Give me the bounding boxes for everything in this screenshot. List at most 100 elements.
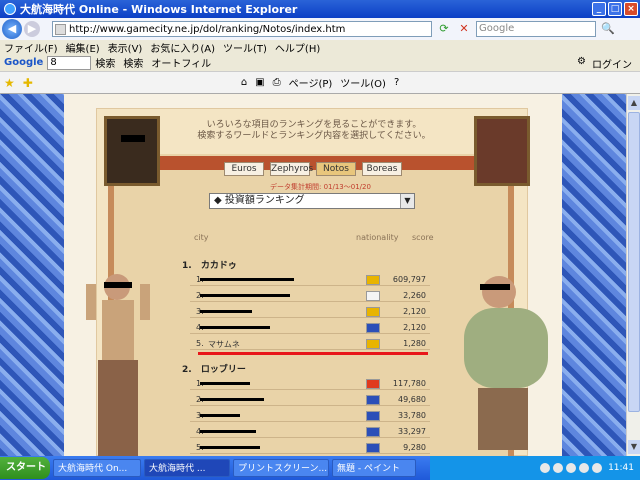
google-search-input[interactable]: 8 xyxy=(47,55,92,70)
tray-icon[interactable] xyxy=(540,463,551,473)
column-nationality: nationality xyxy=(356,233,399,242)
menu-bar: ファイル(F) 編集(E) 表示(V) お気に入り(A) ツール(T) ヘルプ(… xyxy=(0,40,640,55)
help-icon[interactable]: ? xyxy=(394,77,399,88)
google-search-button[interactable]: 検索 xyxy=(95,55,115,70)
group-2-heading: 2. ロッブリー xyxy=(182,365,246,375)
tab-boreas[interactable]: Boreas xyxy=(362,162,402,176)
scroll-thumb[interactable] xyxy=(628,112,640,412)
print-icon[interactable]: ⎙ xyxy=(273,77,281,88)
world-tabs: Euros Zephyros Notos Boreas xyxy=(224,162,402,176)
search-icon[interactable]: 🔍 xyxy=(600,21,616,37)
name-redaction xyxy=(200,326,270,329)
tab-euros[interactable]: Euros xyxy=(224,162,264,176)
name-redaction xyxy=(200,430,256,433)
favorites-toolbar: ★ ✚ ⌂ ▣ ⎙ ページ(P) ツール(O) ? xyxy=(0,72,640,94)
add-favorites-icon[interactable]: ✚ xyxy=(23,76,33,90)
ranking-select[interactable]: ◆ 投資額ランキング ▼ xyxy=(209,193,415,209)
flag-icon xyxy=(366,275,380,285)
table-row: 3. 2,120 xyxy=(190,306,430,318)
window-title: 大航海時代 Online - Windows Internet Explorer xyxy=(20,3,298,16)
character-right xyxy=(460,270,552,456)
menu-tools[interactable]: ツール(T) xyxy=(223,40,267,55)
back-button[interactable]: ◀ xyxy=(2,19,22,39)
name-redaction xyxy=(200,310,252,313)
autofill-button[interactable]: オートフィル xyxy=(151,55,211,70)
menu-view[interactable]: 表示(V) xyxy=(108,40,143,55)
vertical-scrollbar[interactable]: ▲ ▼ xyxy=(626,94,640,456)
flag-icon xyxy=(366,307,380,317)
menu-help[interactable]: ヘルプ(H) xyxy=(275,40,320,55)
flag-icon xyxy=(366,411,380,421)
maximize-button[interactable]: □ xyxy=(608,2,622,16)
task-ie-1[interactable]: 大航海時代 On... xyxy=(53,459,141,477)
internet-explorer-icon xyxy=(4,3,16,15)
refresh-icon[interactable]: ⟳ xyxy=(436,21,452,37)
table-row: 1. 609,797 xyxy=(190,274,430,286)
chevron-down-icon[interactable]: ▼ xyxy=(400,194,414,208)
tray-icon[interactable] xyxy=(553,463,564,473)
table-row: 2. 49,680 xyxy=(190,394,430,406)
start-button[interactable]: スタート xyxy=(0,457,50,479)
character-arm xyxy=(86,284,96,320)
character-legs xyxy=(98,360,138,456)
character-left xyxy=(82,264,152,456)
table-row: 2. 2,260 xyxy=(190,290,430,302)
page-menu[interactable]: ページ(P) xyxy=(289,75,333,90)
google-toolbar: Google 8 検索 検索 オートフィル ⚙ ログイン xyxy=(0,54,640,72)
scroll-up-icon[interactable]: ▲ xyxy=(628,96,640,110)
eye-redaction xyxy=(480,284,510,290)
flag-icon xyxy=(366,379,380,389)
tab-notos[interactable]: Notos xyxy=(316,162,356,176)
address-field[interactable]: http://www.gamecity.ne.jp/dol/ranking/No… xyxy=(52,21,432,37)
menu-edit[interactable]: 編集(E) xyxy=(66,40,100,55)
forward-button[interactable]: ▶ xyxy=(24,21,40,37)
tools-menu[interactable]: ツール(O) xyxy=(340,75,386,90)
group-1-heading: 1. カカドゥ xyxy=(182,261,237,271)
character-body xyxy=(464,308,548,388)
web-content: いろいろな項目のランキングを見ることができます。 検索するワールドとランキング内… xyxy=(0,94,626,456)
ranking-select-value: ◆ 投資額ランキング xyxy=(214,195,305,206)
task-printscreen[interactable]: プリントスクリーン... xyxy=(233,459,329,477)
stop-icon[interactable]: ✕ xyxy=(456,21,472,37)
task-paint[interactable]: 無題 - ペイント xyxy=(332,459,416,477)
period-text: データ集計期間: 01/13～01/20 xyxy=(270,183,371,191)
table-row: 4. 2,120 xyxy=(190,322,430,334)
flag-icon xyxy=(366,291,380,301)
character-legs xyxy=(478,388,528,450)
close-button[interactable]: × xyxy=(624,2,638,16)
eye-redaction xyxy=(104,282,132,288)
portrait-right xyxy=(474,116,530,186)
table-row: 5. 9,280 xyxy=(190,442,430,454)
login-button[interactable]: ログイン xyxy=(592,56,632,71)
tray-icon[interactable] xyxy=(579,463,590,473)
flag-icon xyxy=(366,395,380,405)
google-search2-button[interactable]: 検索 xyxy=(123,55,143,70)
favorites-star-icon[interactable]: ★ xyxy=(4,76,15,90)
taskbar: スタート 大航海時代 On... 大航海時代 ... プリントスクリーン... … xyxy=(0,456,640,480)
feed-icon[interactable]: ▣ xyxy=(255,77,264,88)
column-city: city xyxy=(194,233,209,242)
tab-zephyros[interactable]: Zephyros xyxy=(270,162,313,176)
character-head xyxy=(482,276,516,308)
column-score: score xyxy=(412,233,434,242)
search-input[interactable]: Google xyxy=(476,21,596,37)
name-redaction xyxy=(200,398,264,401)
tray-icon[interactable] xyxy=(592,463,603,473)
scroll-down-icon[interactable]: ▼ xyxy=(628,440,640,454)
page-icon xyxy=(55,23,66,35)
table-row: 5. マサムネ 1,280 xyxy=(190,338,430,350)
name-redaction xyxy=(200,414,240,417)
settings-icon[interactable]: ⚙ xyxy=(577,56,586,71)
address-toolbar: ◀ ▶ http://www.gamecity.ne.jp/dol/rankin… xyxy=(0,18,640,40)
task-ie-2[interactable]: 大航海時代 ... xyxy=(144,459,230,477)
intro-text: いろいろな項目のランキングを見ることができます。 検索するワールドとランキング内… xyxy=(197,120,431,141)
minimize-button[interactable]: _ xyxy=(592,2,606,16)
tray-icon[interactable] xyxy=(566,463,577,473)
flag-icon xyxy=(366,323,380,333)
address-url: http://www.gamecity.ne.jp/dol/ranking/No… xyxy=(69,23,346,35)
table-row: 3. 33,780 xyxy=(190,410,430,422)
home-icon[interactable]: ⌂ xyxy=(241,77,247,88)
menu-file[interactable]: ファイル(F) xyxy=(4,40,58,55)
menu-favorites[interactable]: お気に入り(A) xyxy=(150,40,215,55)
blue-pattern-left xyxy=(0,94,64,456)
